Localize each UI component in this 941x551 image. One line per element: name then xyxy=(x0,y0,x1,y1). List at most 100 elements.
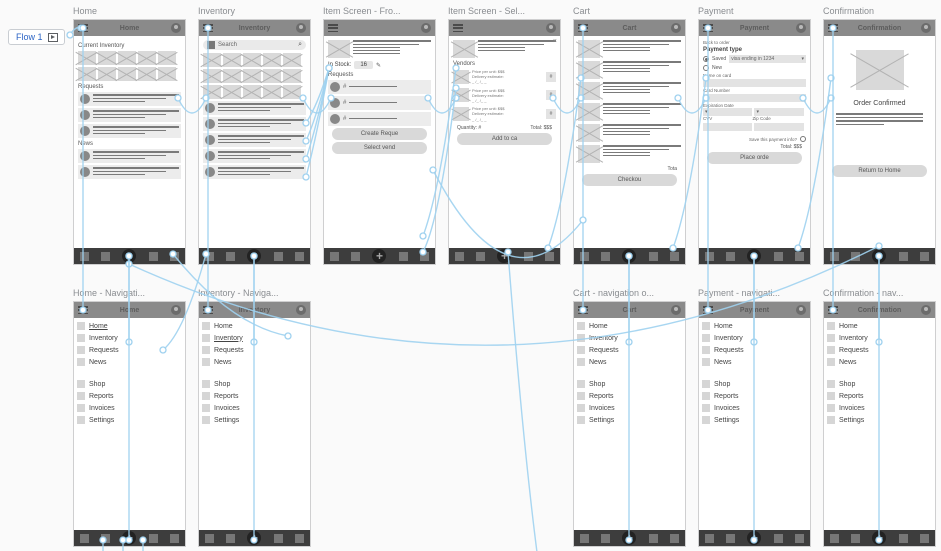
tab-item[interactable] xyxy=(226,534,235,543)
search-bar[interactable]: Search⌕ xyxy=(203,40,306,50)
nav-item-home[interactable]: Home xyxy=(76,320,183,332)
screen[interactable]: Inventory - Naviga...InventoryHomeInvent… xyxy=(198,288,311,547)
tab-item[interactable] xyxy=(795,534,804,543)
nav-item-home[interactable]: Home xyxy=(826,320,933,332)
tab-item[interactable] xyxy=(351,252,360,261)
tab-item[interactable] xyxy=(830,534,839,543)
screen[interactable]: CartCartTotaCheckou+ xyxy=(573,6,686,265)
nav-item-requests[interactable]: Requests xyxy=(701,344,808,356)
nav-item-inventory[interactable]: Inventory xyxy=(576,332,683,344)
tab-item[interactable] xyxy=(705,252,714,261)
nav-item-news[interactable]: News xyxy=(76,356,183,368)
tab-item[interactable] xyxy=(476,252,485,261)
user-avatar-icon[interactable] xyxy=(921,23,931,33)
tab-item[interactable] xyxy=(649,252,658,261)
vendor-row[interactable]: Price per unit: $$$Delivery estimate:_ /… xyxy=(453,88,556,104)
screen[interactable]: PaymentPaymentBack to orderPayment typeS… xyxy=(698,6,811,265)
nav-item-invoices[interactable]: Invoices xyxy=(701,402,808,414)
qty-input[interactable]: # xyxy=(546,109,556,119)
screen[interactable]: Home - Navigati...HomeHomeInventoryReque… xyxy=(73,288,186,547)
nav-item-settings[interactable]: Settings xyxy=(201,414,308,426)
tab-item[interactable] xyxy=(80,252,89,261)
nav-item-reports[interactable]: Reports xyxy=(701,390,808,402)
tab-item[interactable] xyxy=(399,252,408,261)
nav-item-settings[interactable]: Settings xyxy=(701,414,808,426)
nav-item-shop[interactable]: Shop xyxy=(576,378,683,390)
tab-item[interactable] xyxy=(670,534,679,543)
nav-item-shop[interactable]: Shop xyxy=(826,378,933,390)
tab-item[interactable] xyxy=(170,252,179,261)
user-avatar-icon[interactable] xyxy=(296,23,306,33)
tab-plus-button[interactable]: + xyxy=(747,249,761,263)
name-input[interactable] xyxy=(703,79,806,87)
add-to-cart-button[interactable]: Add to ca xyxy=(457,133,552,145)
create-request-button[interactable]: Create Reque xyxy=(332,128,427,140)
nav-item-shop[interactable]: Shop xyxy=(201,378,308,390)
cart-item[interactable] xyxy=(578,103,681,121)
nav-item-shop[interactable]: Shop xyxy=(76,378,183,390)
tab-item[interactable] xyxy=(149,534,158,543)
checkout-button[interactable]: Checkou xyxy=(582,174,677,186)
nav-item-requests[interactable]: Requests xyxy=(201,344,308,356)
request-item[interactable]: # xyxy=(328,112,431,126)
place-order-button[interactable]: Place orde xyxy=(707,152,802,164)
select-vendor-button[interactable]: Select vend xyxy=(332,142,427,154)
tab-item[interactable] xyxy=(205,534,214,543)
tab-plus-button[interactable]: + xyxy=(872,531,886,545)
tab-item[interactable] xyxy=(170,534,179,543)
tab-plus-button[interactable]: + xyxy=(372,249,386,263)
card-number-input[interactable] xyxy=(703,94,806,102)
nav-item-reports[interactable]: Reports xyxy=(826,390,933,402)
cart-item[interactable] xyxy=(578,124,681,142)
nav-item-news[interactable]: News xyxy=(701,356,808,368)
nav-item-news[interactable]: News xyxy=(201,356,308,368)
hamburger-icon[interactable] xyxy=(328,24,338,32)
tab-item[interactable] xyxy=(330,252,339,261)
tab-item[interactable] xyxy=(580,252,589,261)
tab-item[interactable] xyxy=(795,252,804,261)
user-avatar-icon[interactable] xyxy=(921,305,931,315)
nav-item-inventory[interactable]: Inventory xyxy=(201,332,308,344)
hamburger-icon[interactable] xyxy=(78,24,88,32)
tab-plus-button[interactable]: + xyxy=(622,531,636,545)
saved-card-select[interactable]: visa ending in 1234 xyxy=(729,55,806,63)
hamburger-icon[interactable] xyxy=(828,24,838,32)
qty-input[interactable]: # xyxy=(546,72,556,82)
tab-plus-button[interactable]: + xyxy=(747,531,761,545)
tab-item[interactable] xyxy=(830,252,839,261)
zip-input[interactable] xyxy=(754,123,803,131)
tab-item[interactable] xyxy=(545,252,554,261)
screen[interactable]: Confirmation - nav...ConfirmationHomeInv… xyxy=(823,288,936,547)
nav-item-settings[interactable]: Settings xyxy=(576,414,683,426)
list-item[interactable] xyxy=(203,165,306,179)
list-item[interactable] xyxy=(203,117,306,131)
close-icon[interactable]: × xyxy=(553,38,557,45)
tab-item[interactable] xyxy=(226,252,235,261)
request-item[interactable]: # xyxy=(328,80,431,94)
nav-item-settings[interactable]: Settings xyxy=(826,414,933,426)
screen[interactable]: Item Screen - Sel...×VendorsPrice per un… xyxy=(448,6,561,265)
flow-badge[interactable]: Flow 1 xyxy=(8,29,65,45)
list-item[interactable] xyxy=(78,92,181,106)
tab-item[interactable] xyxy=(101,534,110,543)
user-avatar-icon[interactable] xyxy=(546,23,556,33)
tab-plus-button[interactable]: + xyxy=(122,249,136,263)
tab-plus-button[interactable]: + xyxy=(247,531,261,545)
hamburger-icon[interactable] xyxy=(578,306,588,314)
tab-item[interactable] xyxy=(101,252,110,261)
screen[interactable]: InventoryInventorySearch⌕+ xyxy=(198,6,311,265)
nav-item-inventory[interactable]: Inventory xyxy=(826,332,933,344)
tab-plus-button[interactable]: + xyxy=(872,249,886,263)
tab-item[interactable] xyxy=(705,534,714,543)
tab-item[interactable] xyxy=(295,534,304,543)
hamburger-icon[interactable] xyxy=(703,306,713,314)
tab-item[interactable] xyxy=(524,252,533,261)
tab-item[interactable] xyxy=(670,252,679,261)
tab-item[interactable] xyxy=(601,534,610,543)
list-item[interactable] xyxy=(203,133,306,147)
nav-item-inventory[interactable]: Inventory xyxy=(701,332,808,344)
cart-item[interactable] xyxy=(578,40,681,58)
tab-item[interactable] xyxy=(601,252,610,261)
tab-item[interactable] xyxy=(920,534,929,543)
tab-plus-button[interactable]: + xyxy=(122,531,136,545)
